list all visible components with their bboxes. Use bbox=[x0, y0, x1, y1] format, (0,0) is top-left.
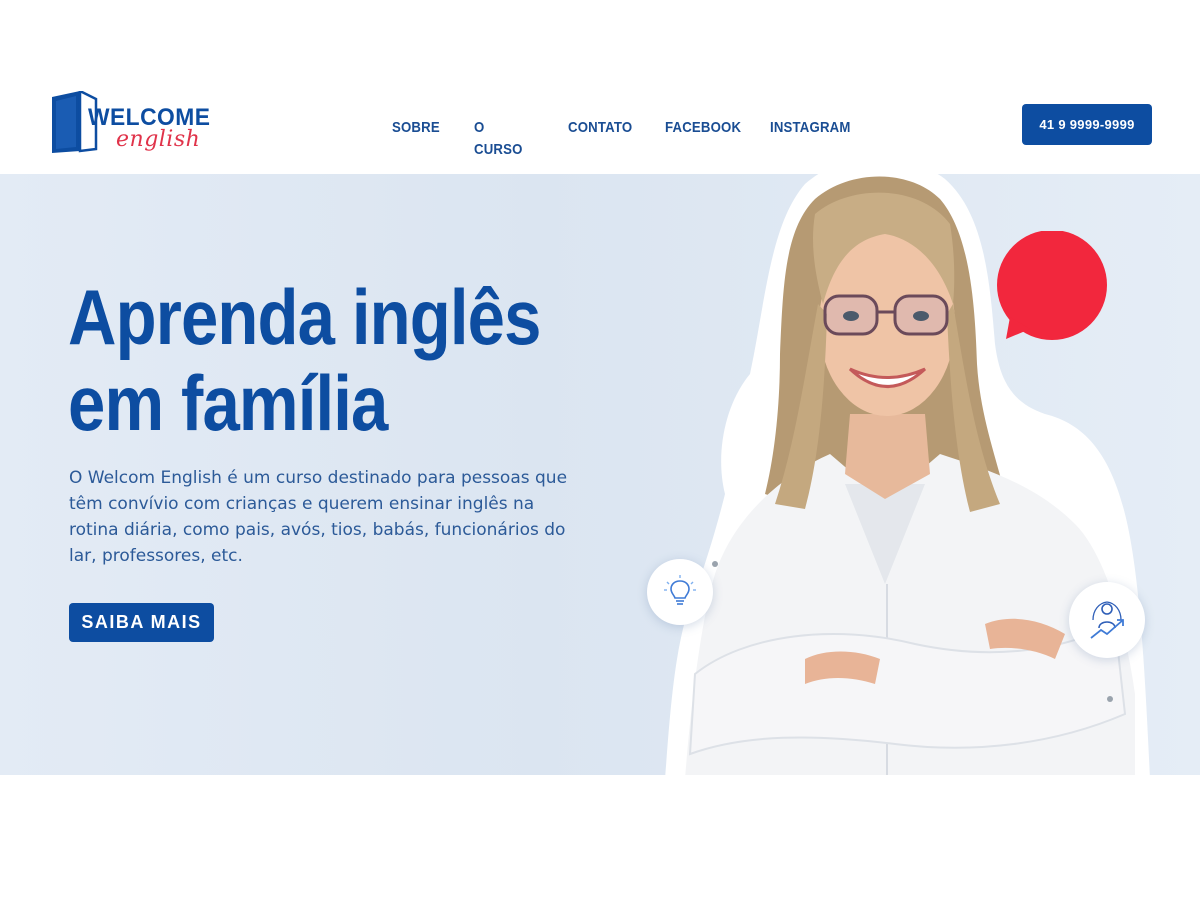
growth-person-icon bbox=[1069, 582, 1145, 658]
hero-section: Aprenda inglês em família O Welcom Engli… bbox=[0, 174, 1200, 775]
site-header: WELCOME english SOBRE O CURSO CONTATO FA… bbox=[0, 0, 1200, 174]
nav-link-instagram[interactable]: INSTAGRAM bbox=[770, 117, 851, 139]
nav-link-o-curso[interactable]: O CURSO bbox=[474, 117, 523, 161]
nav-link-sobre[interactable]: SOBRE bbox=[392, 117, 440, 139]
phone-button[interactable]: 41 9 9999-9999 bbox=[1022, 104, 1152, 145]
logo-text-english: english bbox=[116, 127, 201, 152]
nav-link-contato[interactable]: CONTATO bbox=[568, 117, 632, 139]
speech-bubble-decoration bbox=[997, 231, 1107, 340]
welcome-english-logo[interactable]: WELCOME english bbox=[50, 91, 210, 155]
headline-line-1: Aprenda inglês bbox=[68, 273, 541, 361]
headline-line-2: em família bbox=[68, 359, 388, 447]
page-bottom-space bbox=[0, 775, 1200, 900]
nav-link-facebook[interactable]: FACEBOOK bbox=[665, 117, 741, 139]
hero-headline: Aprenda inglês em família bbox=[68, 274, 550, 446]
lightbulb-icon bbox=[647, 559, 713, 625]
hero-description: O Welcom English é um curso destinado pa… bbox=[69, 468, 568, 566]
saiba-mais-button[interactable]: SAIBA MAIS bbox=[69, 603, 214, 642]
